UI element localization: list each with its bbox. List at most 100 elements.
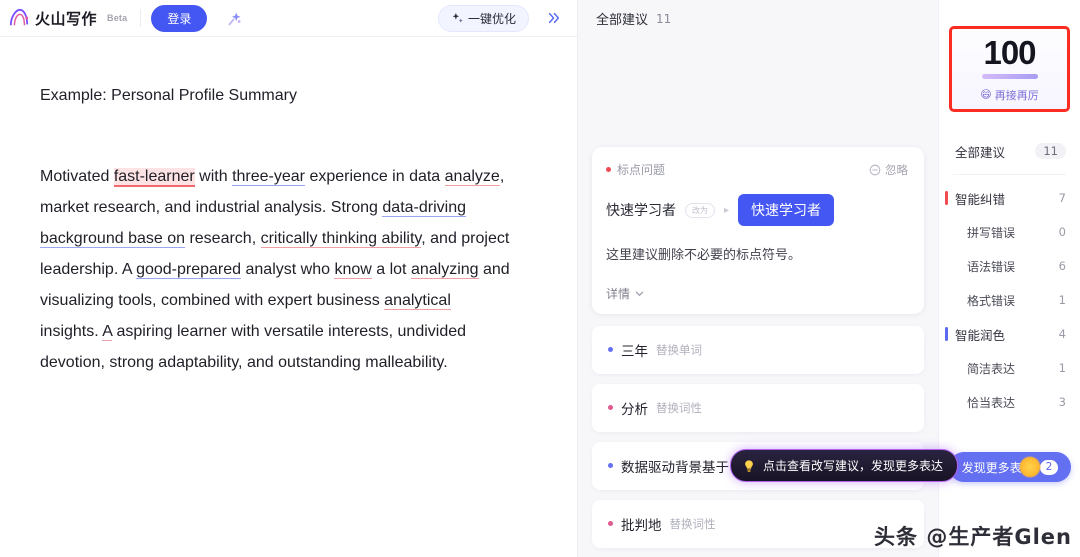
flagged-text-13[interactable]: know: [334, 260, 372, 279]
flagged-text-9[interactable]: critically thinking ability: [260, 229, 422, 248]
rewrite-hint-text: 点击查看改写建议，发现更多表达: [763, 459, 944, 473]
score-underline: [981, 73, 1038, 79]
suggestion-row-word: 批判地: [621, 517, 662, 534]
category-label: 全部建议: [955, 144, 1006, 160]
brand-logo: 火山写作 Beta: [8, 8, 130, 29]
category-accent-bar: [945, 327, 948, 341]
category-accent-bar: [945, 191, 948, 205]
category-divider: [953, 174, 1066, 175]
text-run: a lot: [371, 260, 411, 278]
editor-toolbar: 火山写作 Beta 登录 一键优化: [0, 0, 577, 37]
flagged-text-19[interactable]: A: [102, 322, 113, 341]
suggestion-row-list: 三年替换单词分析替换词性数据驱动背景基于替换词组批判地替换词性: [592, 325, 924, 548]
category-count: 4: [1058, 327, 1066, 341]
flagged-text-15[interactable]: analyzing: [410, 260, 479, 279]
flagged-text-3[interactable]: three-year: [232, 167, 305, 186]
suggestion-replacement: 快速学习者 改为 ▸ 快速学习者: [606, 194, 908, 226]
detail-toggle[interactable]: 详情: [606, 285, 908, 302]
suggestion-row-word: 三年: [621, 343, 648, 360]
category-item-6[interactable]: 简洁表达 1: [939, 351, 1080, 385]
flagged-text-5[interactable]: analyze: [444, 167, 500, 186]
suggestion-card[interactable]: 标点问题 忽略 快速学习者 改为 ▸ 快速学习者 这里建议删除不必要的标点符号。…: [592, 147, 924, 314]
suggestion-card-header: 标点问题 忽略: [606, 161, 908, 178]
discover-more-count: 2: [1039, 459, 1059, 475]
document-body[interactable]: Motivated fast-learner with three-year e…: [40, 161, 510, 378]
one-click-optimize-button[interactable]: 一键优化: [437, 4, 529, 32]
suggestion-row[interactable]: 三年 替换单词: [592, 325, 924, 374]
editor-pane: 火山写作 Beta 登录 一键优化 Example: Personal Prof…: [0, 0, 578, 557]
category-item-2[interactable]: 拼写错误 0: [939, 215, 1080, 249]
suggestion-description: 这里建议删除不必要的标点符号。: [606, 248, 802, 263]
document-title: Example: Personal Profile Summary: [40, 87, 297, 104]
ignore-label: 忽略: [885, 162, 908, 177]
change-to-pill: 改为: [685, 202, 715, 218]
category-label: 格式错误: [967, 293, 1016, 308]
category-list: 全部建议 11 智能纠错 7 拼写错误 0 语法错误 6 格式错误 1 智能润色 4 简洁表达 1 恰当表达…: [939, 134, 1080, 419]
category-count: 6: [1058, 259, 1066, 273]
suggestion-row-dot-icon: [608, 347, 613, 353]
flagged-text-17[interactable]: analytical: [384, 291, 451, 310]
text-run: Motivated: [40, 167, 114, 185]
suggestion-row-dot-icon: [608, 463, 613, 469]
category-item-7[interactable]: 恰当表达 3: [939, 385, 1080, 419]
login-button[interactable]: 登录: [151, 4, 208, 32]
suggestion-row-dot-icon: [608, 405, 613, 411]
category-label: 恰当表达: [967, 395, 1016, 410]
category-item-3[interactable]: 语法错误 6: [939, 249, 1080, 283]
watermark: 头条 @生产者Glen: [874, 525, 1072, 549]
flagged-text-1[interactable]: fast-learner: [113, 167, 195, 187]
discover-more-button[interactable]: 发现更多表达 2: [949, 452, 1071, 482]
original-text: 快速学习者: [606, 203, 676, 219]
category-item-4[interactable]: 格式错误 1: [939, 283, 1080, 317]
rewrite-hint-tooltip: 点击查看改写建议，发现更多表达: [730, 449, 959, 482]
flagged-text-11[interactable]: good-prepared: [136, 260, 242, 279]
sparkle-icon: [452, 12, 463, 23]
lightbulb-icon: [745, 459, 753, 472]
category-count: 3: [1058, 395, 1066, 409]
category-item-1[interactable]: 智能纠错 7: [939, 181, 1080, 215]
suggestion-row[interactable]: 分析 替换词性: [592, 383, 924, 432]
magic-wand-icon: [228, 12, 241, 25]
magic-wand-button[interactable]: [221, 5, 247, 31]
discover-glow-icon: [1019, 456, 1041, 478]
suggestion-row-dot-icon: [608, 521, 613, 527]
category-count: 1: [1058, 361, 1066, 375]
error-dot-icon: [606, 167, 611, 172]
chevron-down-icon: [635, 291, 644, 296]
text-run: insights.: [40, 322, 103, 340]
suggestions-header-count: 11: [656, 11, 672, 26]
suggestion-row-kind: 替换单词: [656, 342, 702, 357]
category-item-5[interactable]: 智能润色 4: [939, 317, 1080, 351]
category-count: 7: [1058, 191, 1066, 205]
category-label: 拼写错误: [967, 225, 1016, 240]
category-label: 语法错误: [967, 259, 1016, 274]
score-value: 100: [983, 33, 1036, 71]
double-chevron-right-icon: [548, 12, 560, 24]
suggestions-header-label: 全部建议: [596, 13, 649, 28]
volcano-logo-icon: [9, 8, 29, 26]
category-count: 0: [1058, 225, 1066, 239]
category-label: 智能润色: [955, 327, 1006, 343]
category-count: 11: [1035, 143, 1066, 159]
suggested-text-chip[interactable]: 快速学习者: [738, 194, 835, 226]
suggestion-card-tag: 标点问题: [606, 161, 665, 178]
minus-circle-icon: [869, 164, 881, 175]
one-click-optimize-label: 一键优化: [467, 11, 516, 26]
suggestion-card-tag-label: 标点问题: [617, 163, 666, 177]
document-area[interactable]: Example: Personal Profile Summary Motiva…: [0, 37, 577, 557]
category-item-0[interactable]: 全部建议 11: [939, 134, 1080, 168]
category-label: 简洁表达: [967, 361, 1016, 376]
text-run: experience in data: [305, 167, 445, 185]
app-root: 火山写作 Beta 登录 一键优化 Example: Personal Prof…: [0, 0, 1080, 557]
beta-badge: Beta: [107, 13, 128, 23]
suggestion-row-word: 分析: [621, 401, 648, 418]
suggestion-row-word: 数据驱动背景基于: [621, 459, 729, 476]
suggestion-row-kind: 替换词性: [669, 516, 716, 531]
score-label: 😄 再接再厉: [980, 87, 1038, 103]
category-label: 智能纠错: [955, 191, 1006, 207]
collapse-panel-button[interactable]: [541, 5, 567, 31]
arrow-right-icon: ▸: [724, 204, 730, 216]
brand-name: 火山写作: [35, 9, 98, 28]
ignore-button[interactable]: 忽略: [869, 162, 908, 178]
suggestions-pane: 全部建议 11 标点问题 忽略 快速学习者 改为 ▸ 快速学习者 这里建议删除不…: [578, 0, 959, 557]
